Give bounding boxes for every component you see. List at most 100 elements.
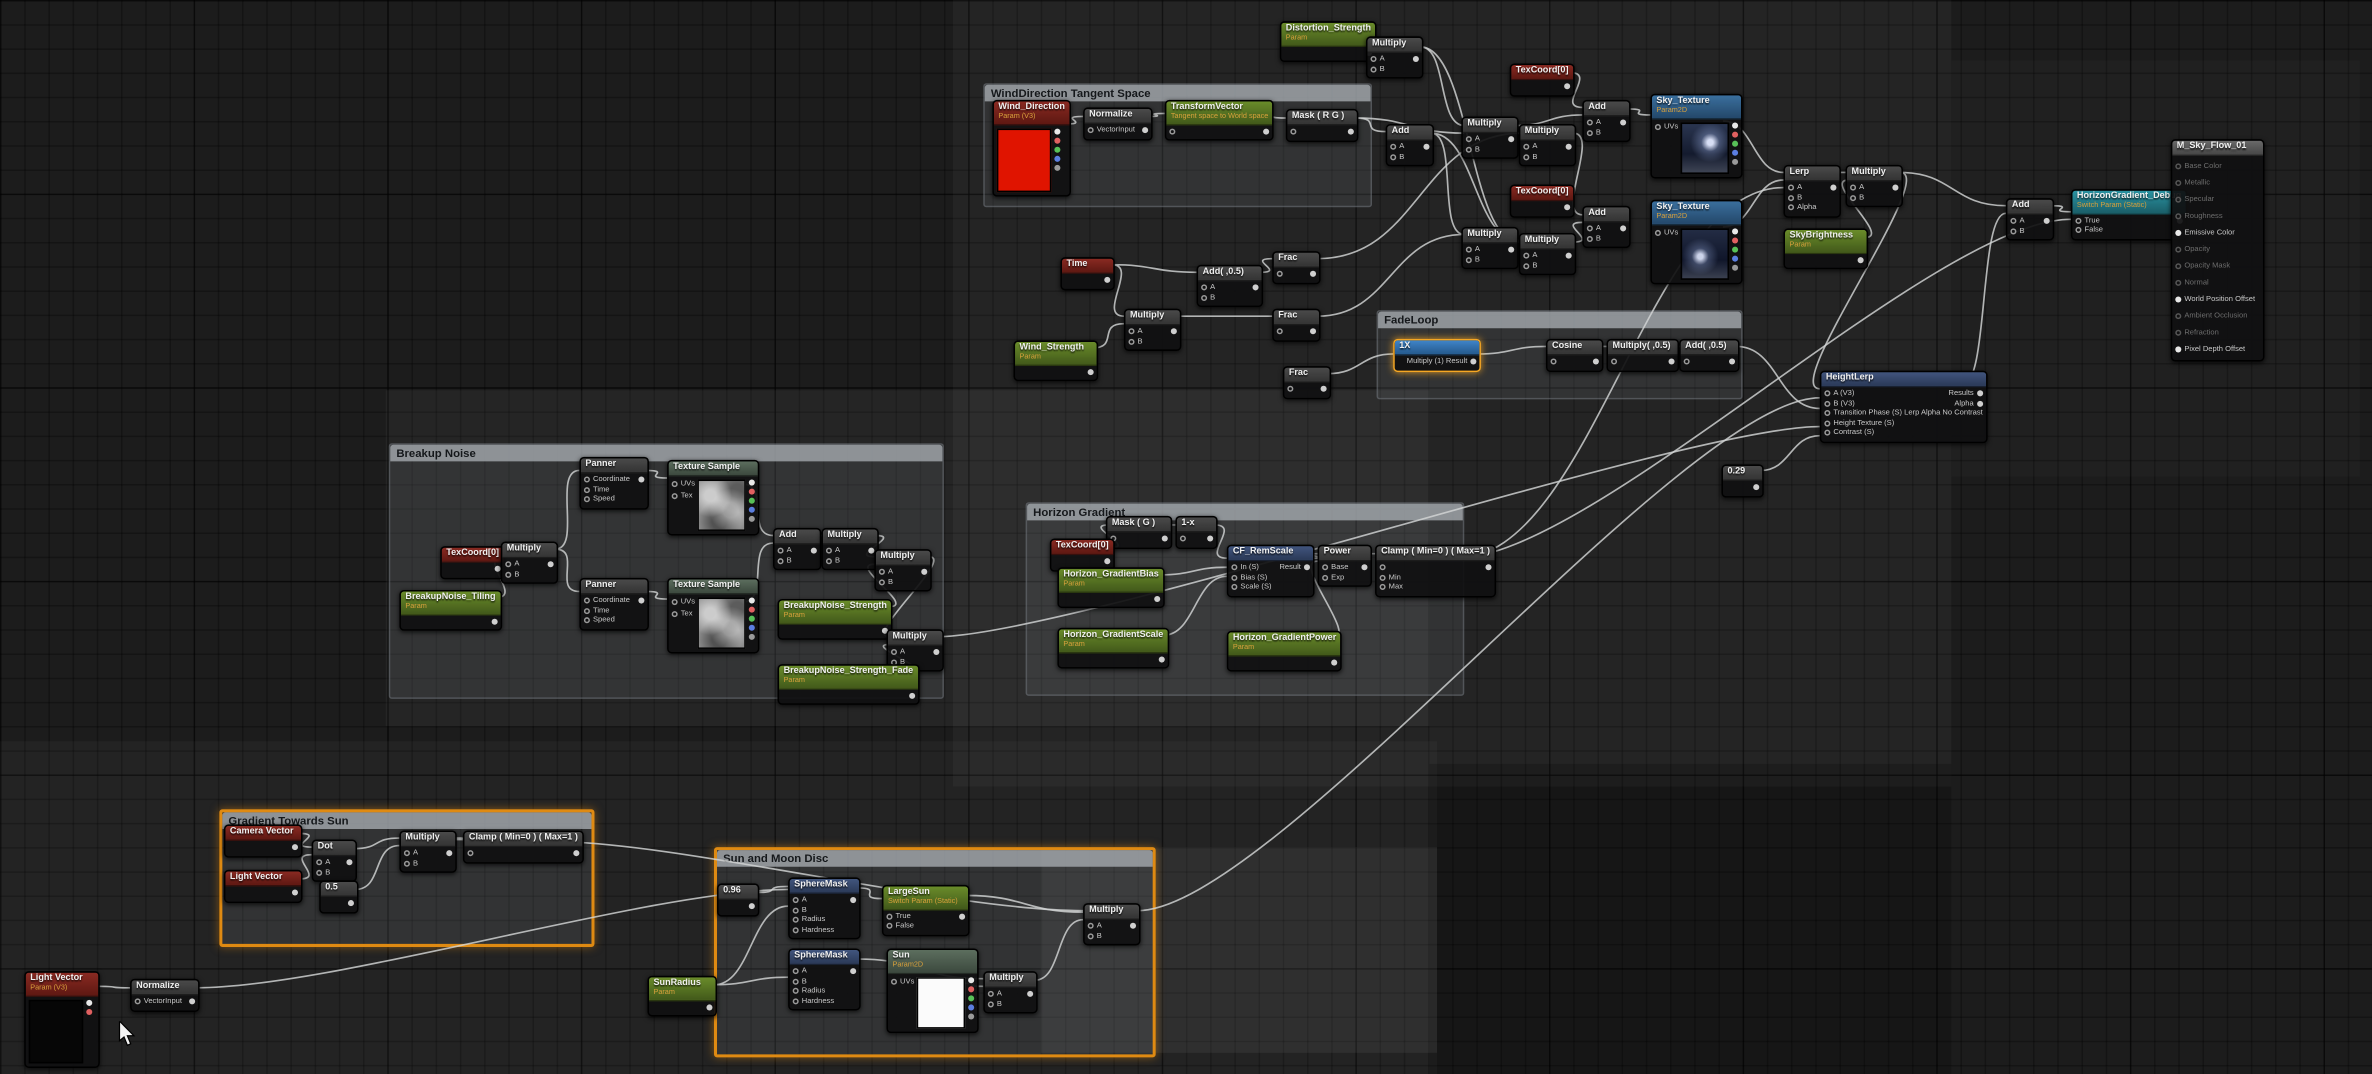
input-pin[interactable]	[1551, 359, 1557, 365]
node-header[interactable]: HorizonGradient_DebugSwitch Param (Stati…	[2072, 191, 2185, 214]
pin-dot[interactable]	[346, 860, 352, 866]
pin-dot[interactable]	[1322, 565, 1328, 571]
material-graph-canvas[interactable]: WindDirection Tangent SpaceFadeLoopBreak…	[0, 0, 2372, 1074]
pin-dot[interactable]	[1348, 129, 1354, 135]
input-pin[interactable]: B	[1466, 145, 1480, 154]
node-header[interactable]: Multiply	[823, 529, 877, 544]
pin-dot[interactable]	[292, 890, 298, 896]
node-header[interactable]: Multiply	[888, 631, 942, 646]
output-pin[interactable]	[1054, 164, 1060, 170]
node-header[interactable]: TransformVectorTangent space to World sp…	[1166, 101, 1273, 124]
node-header[interactable]: TexCoord[0]	[1511, 65, 1573, 80]
pin-dot[interactable]	[749, 516, 755, 522]
node-multiply[interactable]: MultiplyAB	[1366, 36, 1423, 78]
node-light-vector[interactable]: Light VectorParam (V3)	[24, 971, 100, 1067]
pin-dot[interactable]	[749, 607, 755, 613]
output-pin[interactable]	[494, 566, 500, 572]
output-pin[interactable]	[1566, 144, 1572, 150]
input-pin[interactable]: B	[1371, 65, 1385, 74]
pin-dot[interactable]	[1159, 656, 1165, 662]
pin-dot[interactable]	[2175, 246, 2181, 252]
output-pin[interactable]	[1564, 84, 1570, 90]
pin-dot[interactable]	[573, 851, 579, 857]
node-multiply-0-5[interactable]: Multiply( ,0.5)	[1606, 339, 1679, 372]
input-pin[interactable]: B	[1788, 193, 1802, 202]
node-header[interactable]: Lerp	[1785, 166, 1839, 181]
pin-dot[interactable]	[1977, 400, 1983, 406]
pin-dot[interactable]	[2175, 196, 2181, 202]
pin-dot[interactable]	[2175, 312, 2181, 318]
input-pin[interactable]: B	[793, 977, 807, 986]
output-pin[interactable]	[1264, 128, 1270, 134]
node-header[interactable]: Add	[1387, 126, 1432, 141]
output-pin[interactable]: Alpha	[1954, 399, 1982, 408]
pin-dot[interactable]	[1054, 155, 1060, 161]
node-add-0-5[interactable]: Add( ,0.5)AB	[1197, 265, 1264, 307]
input-pin[interactable]: A	[793, 967, 807, 976]
node-header[interactable]: Power	[1319, 546, 1370, 561]
input-pin[interactable]: B	[793, 906, 807, 915]
node-header[interactable]: Multiply	[1463, 118, 1517, 133]
pin-dot[interactable]	[1551, 359, 1557, 365]
output-pin[interactable]	[1154, 596, 1160, 602]
pin-dot[interactable]	[2175, 229, 2181, 235]
output-pin[interactable]	[1162, 536, 1168, 542]
input-pin[interactable]	[1277, 271, 1283, 277]
pin-dot[interactable]	[1104, 277, 1110, 283]
output-pin[interactable]	[1733, 246, 1739, 252]
node-sky-texture[interactable]: Sky_TextureParam2DUVs	[1650, 94, 1743, 178]
pin-dot[interactable]	[1729, 359, 1735, 365]
pin-dot[interactable]	[1027, 991, 1033, 997]
node-header[interactable]: Add( ,0.5)	[1681, 340, 1738, 355]
node-header[interactable]: Dot	[313, 841, 355, 856]
output-pin[interactable]	[1054, 146, 1060, 152]
pin-dot[interactable]	[584, 608, 590, 614]
pin-dot[interactable]	[1207, 536, 1213, 542]
node-header[interactable]: 0.29	[1723, 466, 1762, 481]
pin-dot[interactable]	[1128, 329, 1134, 335]
input-pin[interactable]: Bias (S)	[1231, 573, 1267, 582]
input-pin[interactable]: UVs	[1655, 122, 1678, 131]
node-power[interactable]: PowerBaseExp	[1318, 545, 1372, 587]
input-pin[interactable]: Tex	[672, 610, 695, 619]
pin-dot[interactable]	[1824, 410, 1830, 416]
node-mask-r-g[interactable]: Mask ( R G )	[1286, 109, 1359, 142]
pin-dot[interactable]	[886, 923, 892, 929]
node-normalize[interactable]: NormalizeVectorInput	[130, 979, 200, 1012]
pin-dot[interactable]	[584, 487, 590, 493]
output-pin[interactable]	[1620, 120, 1626, 126]
input-pin[interactable]: B	[1390, 152, 1404, 161]
output-pin[interactable]	[1733, 158, 1739, 164]
input-pin[interactable]: UVs	[672, 480, 695, 489]
node-header[interactable]: Add	[775, 529, 820, 544]
pin-dot[interactable]	[1169, 128, 1175, 134]
input-pin[interactable]	[1380, 565, 1386, 571]
node-header[interactable]: TexCoord[0]	[1511, 186, 1573, 201]
pin-dot[interactable]	[1054, 164, 1060, 170]
node-cf-remscale[interactable]: CF_RemScaleIn (S)ResultBias (S)Scale (S)	[1227, 545, 1315, 597]
pin-dot[interactable]	[1390, 154, 1396, 160]
pin-dot[interactable]	[706, 1004, 712, 1010]
pin-dot[interactable]	[891, 649, 897, 655]
pin-dot[interactable]	[1485, 565, 1491, 571]
node-header[interactable]: Normalize	[132, 980, 199, 995]
pin-dot[interactable]	[494, 566, 500, 572]
input-pin[interactable]: B	[1523, 152, 1537, 161]
input-pin[interactable]: UVs	[672, 598, 695, 607]
node-breakupnoise-tiling[interactable]: BreakupNoise_TilingParam	[399, 590, 501, 631]
pin-dot[interactable]	[826, 548, 832, 554]
output-pin[interactable]	[292, 890, 298, 896]
pin-dot[interactable]	[584, 497, 590, 503]
pin-dot[interactable]	[1310, 271, 1316, 277]
input-pin[interactable]: B	[1523, 261, 1537, 270]
node-cosine[interactable]: Cosine	[1546, 339, 1603, 372]
input-pin[interactable]: A	[1128, 327, 1142, 336]
pin-dot[interactable]	[446, 851, 452, 857]
output-pin[interactable]	[749, 625, 755, 631]
pin-dot[interactable]	[749, 634, 755, 640]
output-pin[interactable]	[292, 844, 298, 850]
pin-dot[interactable]	[850, 969, 856, 975]
input-pin[interactable]: Opacity Mask	[2175, 261, 2230, 270]
node-multiply[interactable]: MultiplyAB	[983, 971, 1037, 1013]
node-frac[interactable]: Frac	[1272, 309, 1320, 342]
